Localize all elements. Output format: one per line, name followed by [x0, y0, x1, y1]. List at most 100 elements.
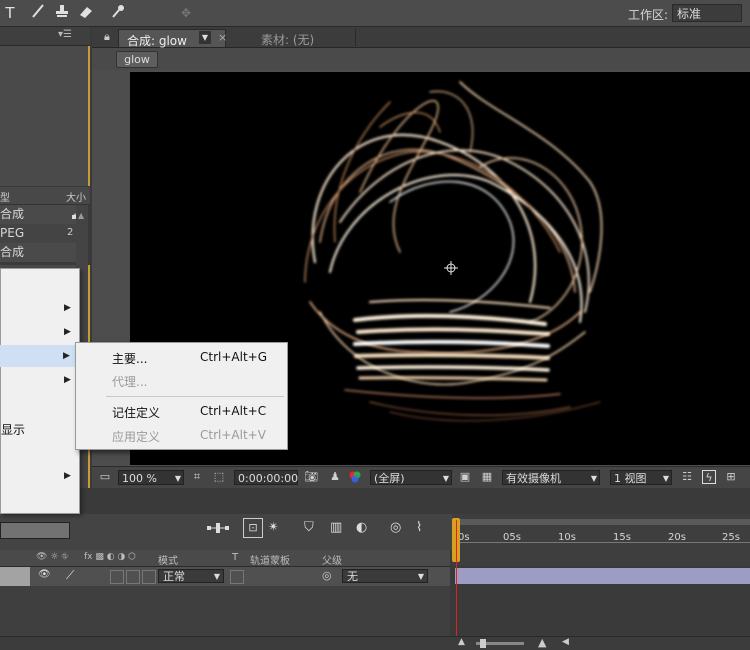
column-parent[interactable]: 父级: [322, 552, 342, 567]
project-column-header: 型 大小: [0, 187, 90, 205]
interpret-footage-submenu: 主要... Ctrl+Alt+G 代理... 记住定义 Ctrl+Alt+C 应…: [75, 342, 288, 450]
draft-3d-icon[interactable]: ✴: [268, 520, 279, 535]
graph-editor-icon[interactable]: ⌇: [416, 520, 422, 535]
submenu-arrow-icon: ▶: [64, 303, 71, 313]
zoom-out-icon[interactable]: ▲: [458, 637, 465, 647]
timeline-graph-area: [452, 586, 750, 636]
pickwhip-icon[interactable]: ◎: [322, 569, 332, 582]
preserve-transparency-box[interactable]: [230, 570, 244, 584]
work-area-bar[interactable]: [452, 519, 750, 525]
show-snapshot-icon[interactable]: ♟: [328, 470, 342, 484]
resolution-select[interactable]: (全屏) ▼: [370, 470, 452, 485]
menu-item-main[interactable]: 主要... Ctrl+Alt+G: [78, 346, 285, 368]
timeline-search-input[interactable]: [0, 522, 70, 539]
submenu-arrow-icon: ▶: [64, 471, 71, 481]
menu-item-proxy: 代理...: [78, 370, 285, 392]
submenu-arrow-icon: ▶: [64, 327, 71, 337]
zoom-select[interactable]: 100 % ▼: [118, 470, 184, 485]
tab-close-icon[interactable]: ×: [218, 31, 227, 44]
menu-item-apply: 应用定义 Ctrl+Alt+V: [78, 425, 285, 447]
menu-item-label: 代理...: [112, 375, 148, 389]
puppet-pin-tool-icon[interactable]: [108, 3, 128, 23]
project-panel-header: ▾☰: [0, 27, 90, 46]
column-track-matte[interactable]: 轨道蒙板: [250, 552, 290, 567]
project-row-type: 合成: [0, 245, 25, 259]
tab-footage[interactable]: 素材: (无): [261, 31, 314, 48]
brush-tool-icon[interactable]: [28, 3, 48, 23]
menu-item-label: 应用定义: [112, 430, 161, 444]
scroll-left-icon[interactable]: ◀: [562, 637, 569, 647]
tab-composition[interactable]: 合成: glow ▼: [118, 29, 226, 48]
text-tool-icon[interactable]: T: [0, 3, 20, 23]
always-preview-icon[interactable]: ▭: [98, 470, 112, 484]
column-t[interactable]: T: [232, 552, 238, 563]
motion-blur-icon[interactable]: ◐: [356, 520, 367, 535]
fast-previews-icon[interactable]: ϟ: [702, 470, 716, 484]
snapshot-icon[interactable]: 📷︎: [304, 470, 318, 484]
visibility-eye-icon[interactable]: 👁︎: [38, 569, 51, 580]
av-switch-icons: 👁︎ ☼ ⛗: [36, 552, 69, 562]
menu-separator: [106, 396, 284, 397]
fast-preview-icon[interactable]: ▣: [458, 470, 472, 484]
ruler-baseline: [452, 542, 750, 543]
project-preview-area: [0, 46, 90, 186]
color-channels-icon[interactable]: [348, 470, 362, 484]
layer-switch-box[interactable]: [126, 570, 140, 584]
views-value: 1 视图: [614, 472, 647, 485]
eraser-tool-icon[interactable]: [76, 3, 96, 23]
live-update-icon[interactable]: ⊡: [243, 518, 263, 538]
breadcrumb-glow[interactable]: glow: [116, 51, 158, 68]
tab-dropdown-icon[interactable]: ▼: [199, 31, 211, 44]
column-mode[interactable]: 模式: [158, 552, 178, 567]
anchor-point-icon: [444, 261, 458, 275]
blend-mode-select[interactable]: 正常 ▼: [158, 569, 224, 583]
region-of-interest-icon[interactable]: ⬚: [212, 470, 226, 484]
parent-value: 无: [347, 570, 358, 583]
layer-switch-box[interactable]: [142, 570, 156, 584]
timeline-layer-row[interactable]: 👁︎ ⟋ 正常 ▼ ◎ 无 ▼: [0, 567, 450, 586]
quality-switch-icon[interactable]: ⟋: [66, 568, 74, 583]
workspace-select[interactable]: 标准: [672, 4, 742, 22]
playhead-line: [456, 520, 457, 638]
panel-menu-icon[interactable]: ▾☰: [58, 29, 72, 40]
scroll-up-icon[interactable]: ▲: [78, 211, 84, 220]
lock-icon[interactable]: 🔒︎: [104, 30, 110, 44]
frame-blending-icon[interactable]: ▥: [330, 520, 342, 535]
menu-item-interpret-footage-highlighted[interactable]: ▶: [0, 345, 78, 367]
brainstorm-icon[interactable]: ◎: [390, 520, 401, 535]
timecode-field[interactable]: 0:00:00:00: [234, 470, 298, 485]
comp-breadcrumb-bar: [92, 48, 750, 70]
fit-frame-icon[interactable]: ⌗: [190, 470, 204, 484]
pixel-aspect-icon[interactable]: ☷: [680, 470, 694, 484]
ruler-tick-label: 05s: [503, 532, 521, 543]
menu-item-remember[interactable]: 记住定义 Ctrl+Alt+C: [78, 401, 285, 423]
views-select[interactable]: 1 视图 ▼: [610, 470, 672, 485]
menu-item-label: 记住定义: [112, 406, 161, 420]
column-type[interactable]: 型: [0, 189, 10, 204]
transparency-grid-icon[interactable]: ▦: [480, 470, 494, 484]
layer-switch-box[interactable]: [110, 570, 124, 584]
project-row[interactable]: 合成: [0, 205, 76, 224]
clone-stamp-tool-icon[interactable]: [52, 3, 72, 23]
zoom-in-icon[interactable]: ▲: [538, 636, 546, 649]
layer-switch-icons: fx ▩ ◐ ◑ ⬡: [84, 552, 137, 562]
zoom-slider-handle[interactable]: [480, 639, 486, 648]
comp-mini-flowchart-icon[interactable]: [206, 520, 230, 538]
project-row[interactable]: 合成: [0, 243, 76, 262]
resolution-value: (全屏): [374, 472, 405, 485]
timeline-toggle-icon[interactable]: ⊞: [724, 470, 738, 484]
timeline-layer-area: [0, 586, 450, 636]
camera-select[interactable]: 有效摄像机 ▼: [502, 470, 600, 485]
hide-shy-layers-icon[interactable]: ⛉: [304, 520, 314, 535]
parent-select[interactable]: 无 ▼: [342, 569, 428, 583]
submenu-arrow-icon: ▶: [64, 375, 71, 385]
project-row[interactable]: PEG: [0, 224, 76, 243]
time-ruler[interactable]: [452, 514, 750, 566]
menu-item-show[interactable]: 显示: [1, 421, 25, 438]
layer-label-color[interactable]: [0, 567, 30, 586]
column-size[interactable]: 大小: [66, 189, 86, 204]
ruler-tick-label: 25s: [722, 532, 740, 543]
layer-duration-bar[interactable]: [455, 568, 750, 584]
submenu-arrow-icon: ▶: [63, 351, 70, 361]
project-row-size: 2: [67, 227, 74, 238]
